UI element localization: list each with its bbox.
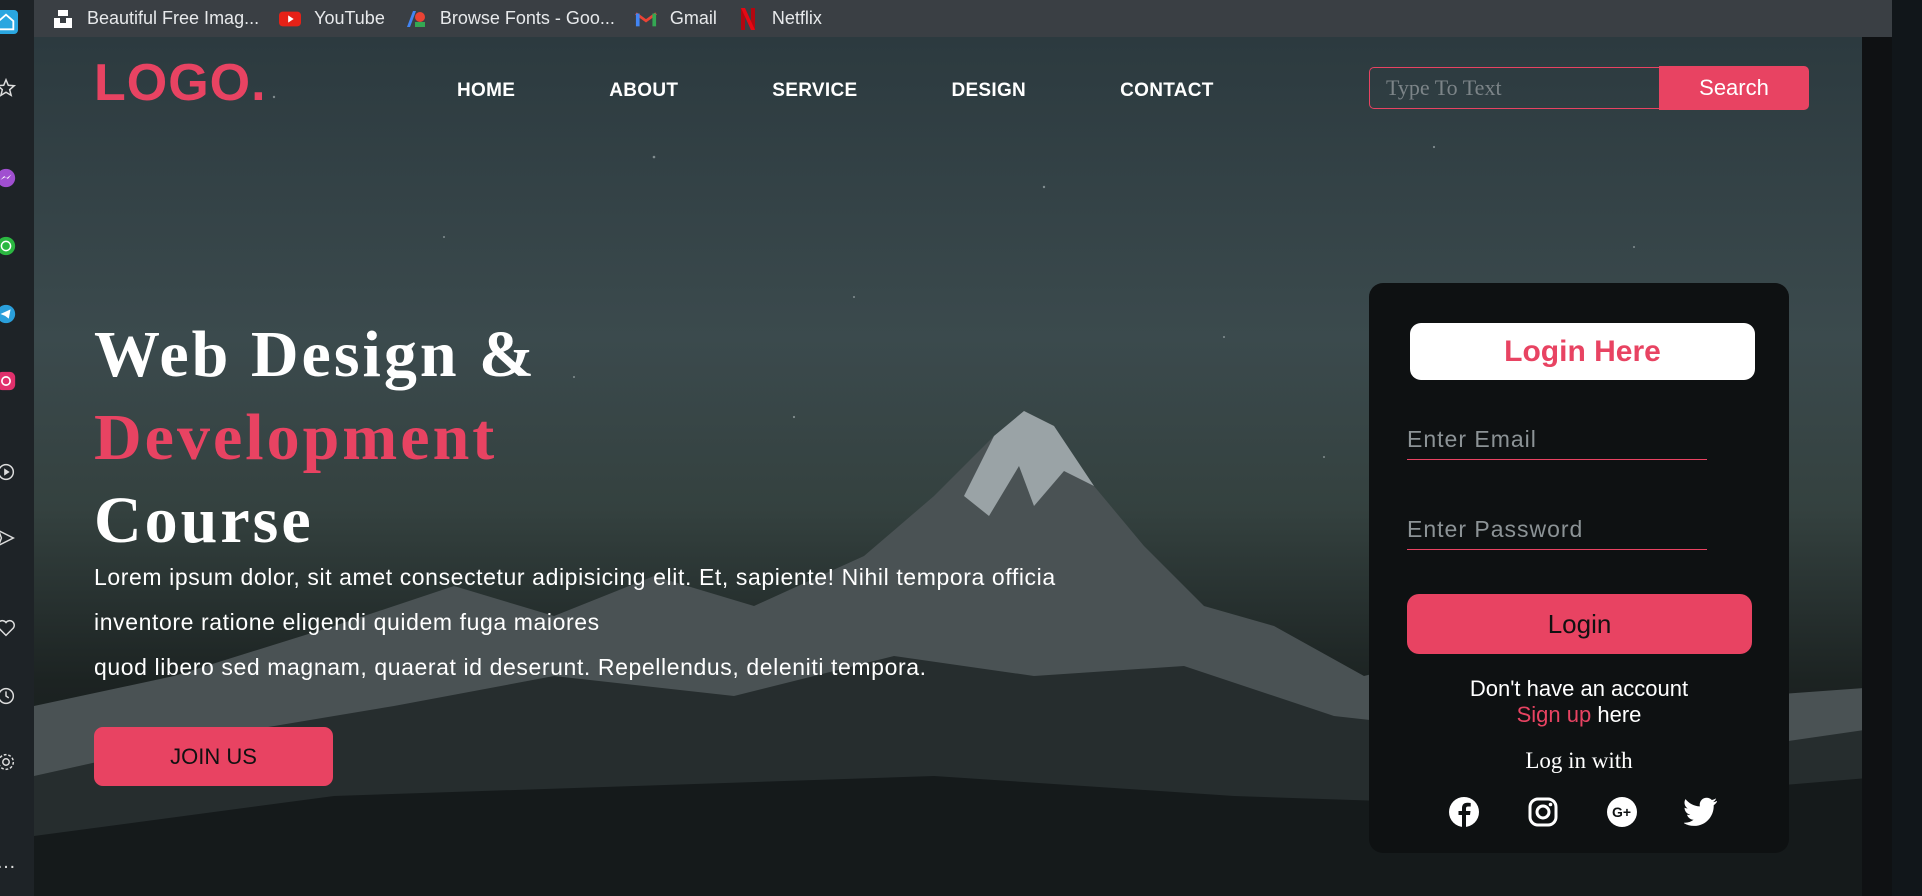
instagram-icon[interactable] xyxy=(1526,795,1560,829)
telegram-icon[interactable] xyxy=(0,302,18,326)
svg-text:G+: G+ xyxy=(1612,804,1631,820)
google-fonts-icon xyxy=(405,9,427,29)
hero-section: LOGO. HOME ABOUT SERVICE DESIGN CONTACT … xyxy=(34,37,1892,896)
bookmarks-bar: Beautiful Free Imag... YouTube Browse Fo… xyxy=(34,0,1892,38)
bookmark-label: YouTube xyxy=(314,8,385,28)
bookmark-label: Netflix xyxy=(771,8,822,28)
facebook-icon[interactable] xyxy=(1447,795,1481,829)
description-line: quod libero sed magnam, quaerat id deser… xyxy=(94,654,927,680)
login-with-label: Log in with xyxy=(1525,748,1633,773)
bookmark-label: Gmail xyxy=(669,8,717,28)
signup-prompt: Don't have an account Sign up here xyxy=(1369,676,1789,728)
unsplash-icon xyxy=(52,9,74,29)
site-logo[interactable]: LOGO. xyxy=(94,53,267,113)
bookmark-netflix[interactable]: Netflix xyxy=(737,7,822,30)
email-field[interactable] xyxy=(1407,419,1707,460)
bookmark-unsplash[interactable]: Beautiful Free Imag... xyxy=(52,8,259,29)
description-line: Lorem ipsum dolor, sit amet consectetur … xyxy=(94,564,1056,590)
password-field[interactable] xyxy=(1407,509,1707,550)
headline-line-1: Web Design & xyxy=(94,318,538,391)
login-title: Login Here xyxy=(1410,323,1755,380)
twitter-icon[interactable] xyxy=(1684,795,1718,829)
star-icon[interactable] xyxy=(0,76,18,100)
search-input[interactable] xyxy=(1369,67,1659,109)
page-scrollbar-area xyxy=(1862,37,1892,896)
heart-icon[interactable] xyxy=(0,616,18,640)
history-icon[interactable] xyxy=(0,684,18,708)
headline-line-3: Course xyxy=(94,484,314,557)
join-us-button[interactable]: JOIN US xyxy=(94,727,333,786)
bookmark-label: Beautiful Free Imag... xyxy=(87,8,260,28)
login-card: Login Here Login Don't have an account S… xyxy=(1369,283,1789,853)
search-button[interactable]: Search xyxy=(1659,66,1809,110)
signup-here-text: here xyxy=(1591,702,1642,727)
youtube-icon xyxy=(279,9,302,29)
netflix-icon xyxy=(737,7,759,30)
send-icon[interactable] xyxy=(0,526,18,550)
home-icon[interactable] xyxy=(0,10,18,34)
whatsapp-icon[interactable] xyxy=(0,234,18,258)
hero-headline: Web Design & Development Course xyxy=(94,313,537,562)
nav-contact[interactable]: CONTACT xyxy=(1120,80,1214,102)
nav-service[interactable]: SERVICE xyxy=(772,80,857,102)
bookmark-youtube[interactable]: YouTube xyxy=(279,8,385,29)
more-icon[interactable]: … xyxy=(0,850,18,874)
bookmark-gmail[interactable]: Gmail xyxy=(634,8,717,29)
instagram-app-icon[interactable] xyxy=(0,369,18,393)
messenger-icon[interactable] xyxy=(0,166,18,190)
bookmark-label: Browse Fonts - Goo... xyxy=(439,8,615,28)
search-bar: Search xyxy=(1369,66,1809,110)
bookmark-google-fonts[interactable]: Browse Fonts - Goo... xyxy=(405,8,615,29)
nav-design[interactable]: DESIGN xyxy=(951,80,1026,102)
nav-home[interactable]: HOME xyxy=(457,80,515,102)
hero-description: Lorem ipsum dolor, sit amet consectetur … xyxy=(94,555,1274,690)
player-icon[interactable] xyxy=(0,460,18,484)
nav-about[interactable]: ABOUT xyxy=(609,80,678,102)
browser-sidebar: … xyxy=(0,0,35,896)
social-login-icons: G+ xyxy=(1447,795,1718,829)
google-plus-icon[interactable]: G+ xyxy=(1605,795,1639,829)
headline-line-2: Development xyxy=(94,401,498,474)
settings-icon[interactable] xyxy=(0,750,18,774)
no-account-text: Don't have an account xyxy=(1469,676,1689,701)
main-nav: HOME ABOUT SERVICE DESIGN CONTACT xyxy=(457,80,1308,102)
login-button[interactable]: Login xyxy=(1407,594,1752,654)
description-line: inventore ratione eligendi quidem fuga m… xyxy=(94,609,600,635)
signup-line: Sign up here xyxy=(1369,702,1789,728)
signup-link[interactable]: Sign up xyxy=(1517,702,1592,727)
gmail-icon xyxy=(634,9,657,29)
